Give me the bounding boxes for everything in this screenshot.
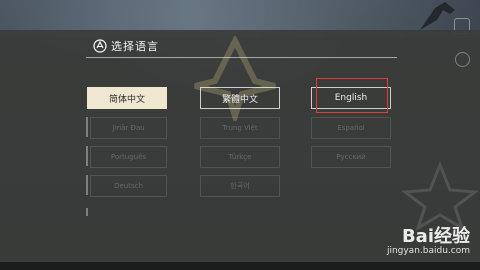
language-option-simplified-chinese[interactable]: 简体中文 bbox=[87, 87, 167, 109]
language-option[interactable]: Trung Việt bbox=[200, 117, 280, 139]
baidu-watermark: Bai经验 jingyan.baidu.com bbox=[387, 222, 470, 256]
dialog-header: 选择语言 bbox=[93, 36, 159, 56]
scroll-tick bbox=[86, 146, 88, 166]
language-option-traditional-chinese[interactable]: 繁體中文 bbox=[200, 87, 280, 109]
star-watermark bbox=[400, 160, 480, 230]
header-divider bbox=[86, 57, 397, 58]
scroll-tick bbox=[86, 208, 88, 216]
language-option[interactable]: Deutsch bbox=[90, 175, 167, 197]
settings-icon[interactable] bbox=[455, 52, 470, 67]
language-option[interactable]: Español bbox=[311, 117, 391, 139]
language-option[interactable]: Jiriǎr Ðau bbox=[90, 117, 167, 139]
dialog-title: 选择语言 bbox=[111, 40, 159, 53]
watermark-url: jingyan.baidu.com bbox=[386, 246, 470, 256]
watermark-brand: Bai经验 bbox=[401, 226, 470, 247]
language-option[interactable]: Türkçe bbox=[200, 146, 280, 168]
scroll-tick bbox=[86, 175, 88, 195]
language-option[interactable]: 한국어 bbox=[200, 175, 280, 197]
scroll-tick bbox=[86, 117, 88, 137]
language-icon bbox=[93, 39, 107, 53]
bottom-bar bbox=[0, 262, 480, 270]
language-option[interactable]: Português bbox=[90, 146, 167, 168]
language-option[interactable]: Русский bbox=[311, 146, 391, 168]
highlight-box bbox=[316, 78, 388, 113]
